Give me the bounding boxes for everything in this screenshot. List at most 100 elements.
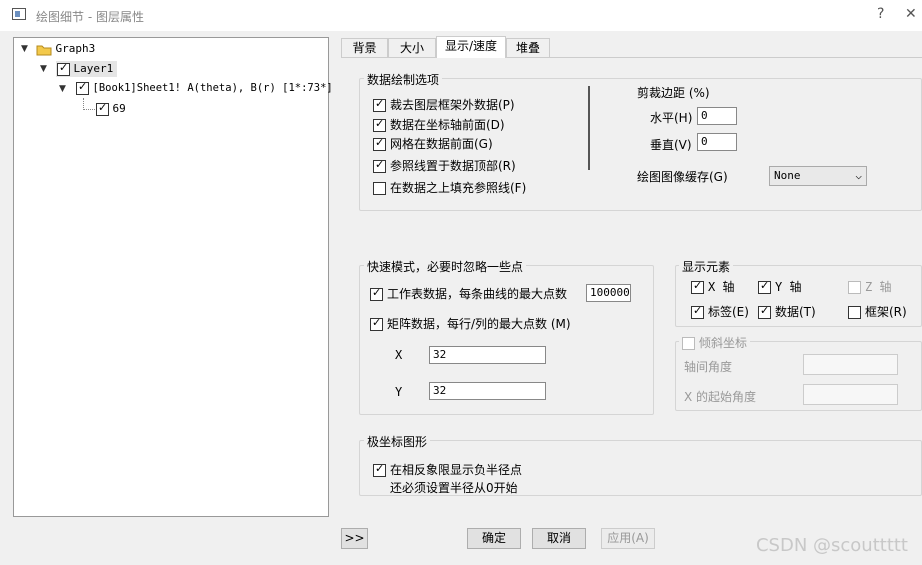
option-label: 标签(E) <box>708 305 749 319</box>
matrix-y-input[interactable]: 32 <box>429 382 546 400</box>
fill-refline-checkbox[interactable] <box>373 182 386 195</box>
tree-label-layer: Layer1 <box>73 62 114 75</box>
display-elements-title: 显示元素 <box>679 258 734 275</box>
option-label: 参照线置于数据顶部(R) <box>390 159 516 173</box>
option-label: 数据在坐标轴前面(D) <box>390 118 505 132</box>
close-button[interactable]: ✕ <box>905 6 917 22</box>
clip-margin-title: 剪裁边距 (%) <box>637 86 710 100</box>
frame-checkbox[interactable] <box>848 306 861 319</box>
clip-v-input[interactable]: 0 <box>697 133 737 151</box>
clip-h-label: 水平(H) <box>650 111 693 125</box>
tab-background[interactable]: 背景 <box>341 38 388 57</box>
x-start-angle-label: X 的起始角度 <box>684 390 757 404</box>
x-start-angle-input[interactable] <box>803 384 898 405</box>
expand-button[interactable]: >> <box>341 528 368 549</box>
option-label: 在相反象限显示负半径点 <box>390 463 523 477</box>
grid-before-data-checkbox[interactable] <box>373 136 386 151</box>
folder-icon <box>36 45 52 55</box>
layer-checkbox[interactable] <box>57 61 70 76</box>
clip-h-input[interactable]: 0 <box>697 107 737 125</box>
tree-connector <box>83 109 95 111</box>
point-checkbox[interactable] <box>96 101 109 116</box>
chevron-down-icon[interactable]: ▼ <box>59 84 66 94</box>
plot-checkbox[interactable] <box>76 80 89 95</box>
apply-button[interactable]: 应用(A) <box>601 528 655 549</box>
tree-label-point: 69 <box>112 102 126 115</box>
oblique-checkbox[interactable] <box>682 337 695 350</box>
labels-checkbox[interactable] <box>691 304 704 319</box>
option-refline-top[interactable]: 参照线置于数据顶部(R) <box>373 157 516 174</box>
z-axis-checkbox[interactable] <box>848 281 861 294</box>
polar-note: 还必须设置半径从0开始 <box>390 481 518 495</box>
tab-size[interactable]: 大小 <box>388 38 436 57</box>
tab-stack[interactable]: 堆叠 <box>506 38 550 57</box>
data-before-axis-checkbox[interactable] <box>373 117 386 132</box>
y-axis-checkbox[interactable] <box>758 279 771 294</box>
tree-label-plot: [Book1]Sheet1! A(theta), B(r) [1*:73*] <box>92 82 333 94</box>
speed-mode-title: 快速模式，必要时忽略一些点 <box>364 258 527 275</box>
option-label: 网格在数据前面(G) <box>390 137 493 151</box>
title-bar: 绘图细节 - 图层属性 ? ✕ <box>0 0 922 31</box>
oblique-toggle[interactable]: 倾斜坐标 <box>679 334 751 351</box>
separator <box>588 86 590 170</box>
image-cache-label: 绘图图像缓存(G) <box>637 170 728 184</box>
window-icon <box>12 8 26 20</box>
tab-display-speed[interactable]: 显示/速度 <box>436 36 506 58</box>
option-matrix-max[interactable]: 矩阵数据，每行/列的最大点数 (M) <box>370 315 571 332</box>
option-grid-before-data[interactable]: 网格在数据前面(G) <box>373 135 493 152</box>
tree-label-graph: Graph3 <box>55 42 96 55</box>
watermark: CSDN @scouttttt <box>755 535 908 556</box>
oblique-title: 倾斜坐标 <box>699 336 748 350</box>
chevron-down-icon: ⌵ <box>855 169 862 182</box>
option-negative-radius[interactable]: 在相反象限显示负半径点 <box>373 461 522 478</box>
image-cache-value: None <box>774 169 801 182</box>
worksheet-max-input[interactable]: 100000 <box>586 284 631 302</box>
tree-item-plot[interactable]: [Book1]Sheet1! A(theta), B(r) [1*:73*] <box>76 80 333 95</box>
tree-item-point[interactable]: 69 <box>96 101 126 116</box>
matrix-x-label: X <box>395 348 403 362</box>
option-fill-refline[interactable]: 在数据之上填充参照线(F) <box>373 179 526 196</box>
image-cache-select[interactable]: None ⌵ <box>769 166 867 186</box>
option-label: 工作表数据，每条曲线的最大点数 <box>387 287 568 301</box>
worksheet-max-checkbox[interactable] <box>370 286 383 301</box>
option-label: 在数据之上填充参照线(F) <box>390 181 527 195</box>
clip-data-checkbox[interactable] <box>373 97 386 112</box>
window-title: 绘图细节 - 图层属性 <box>36 10 144 24</box>
display-y-axis[interactable]: Y 轴 <box>758 278 801 295</box>
tree-item-graph[interactable]: Graph3 <box>36 42 95 56</box>
option-label: Z 轴 <box>865 280 892 294</box>
matrix-x-input[interactable]: 32 <box>429 346 546 364</box>
option-label: 框架(R) <box>865 305 907 319</box>
polar-title: 极坐标图形 <box>364 433 431 450</box>
data-checkbox[interactable] <box>758 304 771 319</box>
option-label: Y 轴 <box>775 280 802 294</box>
option-data-before-axis[interactable]: 数据在坐标轴前面(D) <box>373 116 505 133</box>
tree-item-layer[interactable]: Layer1 <box>56 61 118 77</box>
cancel-button[interactable]: 取消 <box>532 528 586 549</box>
chevron-down-icon[interactable]: ▼ <box>21 44 28 54</box>
option-label: 裁去图层框架外数据(P) <box>390 98 515 112</box>
clip-v-label: 垂直(V) <box>650 138 692 152</box>
display-labels[interactable]: 标签(E) <box>691 303 749 320</box>
matrix-max-checkbox[interactable] <box>370 316 383 331</box>
display-z-axis[interactable]: Z 轴 <box>848 278 891 295</box>
display-data[interactable]: 数据(T) <box>758 303 816 320</box>
option-label: 数据(T) <box>775 305 816 319</box>
display-x-axis[interactable]: X 轴 <box>691 278 734 295</box>
negative-radius-checkbox[interactable] <box>373 462 386 477</box>
option-label: 矩阵数据，每行/列的最大点数 (M) <box>387 317 571 331</box>
chevron-down-icon[interactable]: ▼ <box>40 64 47 74</box>
matrix-y-label: Y <box>395 385 403 399</box>
ok-button[interactable]: 确定 <box>467 528 521 549</box>
layer-tree[interactable]: ▼ Graph3 ▼ Layer1 ▼ [Book1]Sheet1! A(the… <box>13 37 333 517</box>
axis-angle-input[interactable] <box>803 354 898 375</box>
option-clip-data[interactable]: 裁去图层框架外数据(P) <box>373 96 515 113</box>
x-axis-checkbox[interactable] <box>691 279 704 294</box>
refline-top-checkbox[interactable] <box>373 158 386 173</box>
help-button[interactable]: ? <box>877 6 884 22</box>
display-frame[interactable]: 框架(R) <box>848 303 907 320</box>
option-label: X 轴 <box>708 280 735 294</box>
option-worksheet-max[interactable]: 工作表数据，每条曲线的最大点数 <box>370 285 567 302</box>
axis-angle-label: 轴间角度 <box>684 360 733 374</box>
data-draw-title: 数据绘制选项 <box>364 71 443 88</box>
